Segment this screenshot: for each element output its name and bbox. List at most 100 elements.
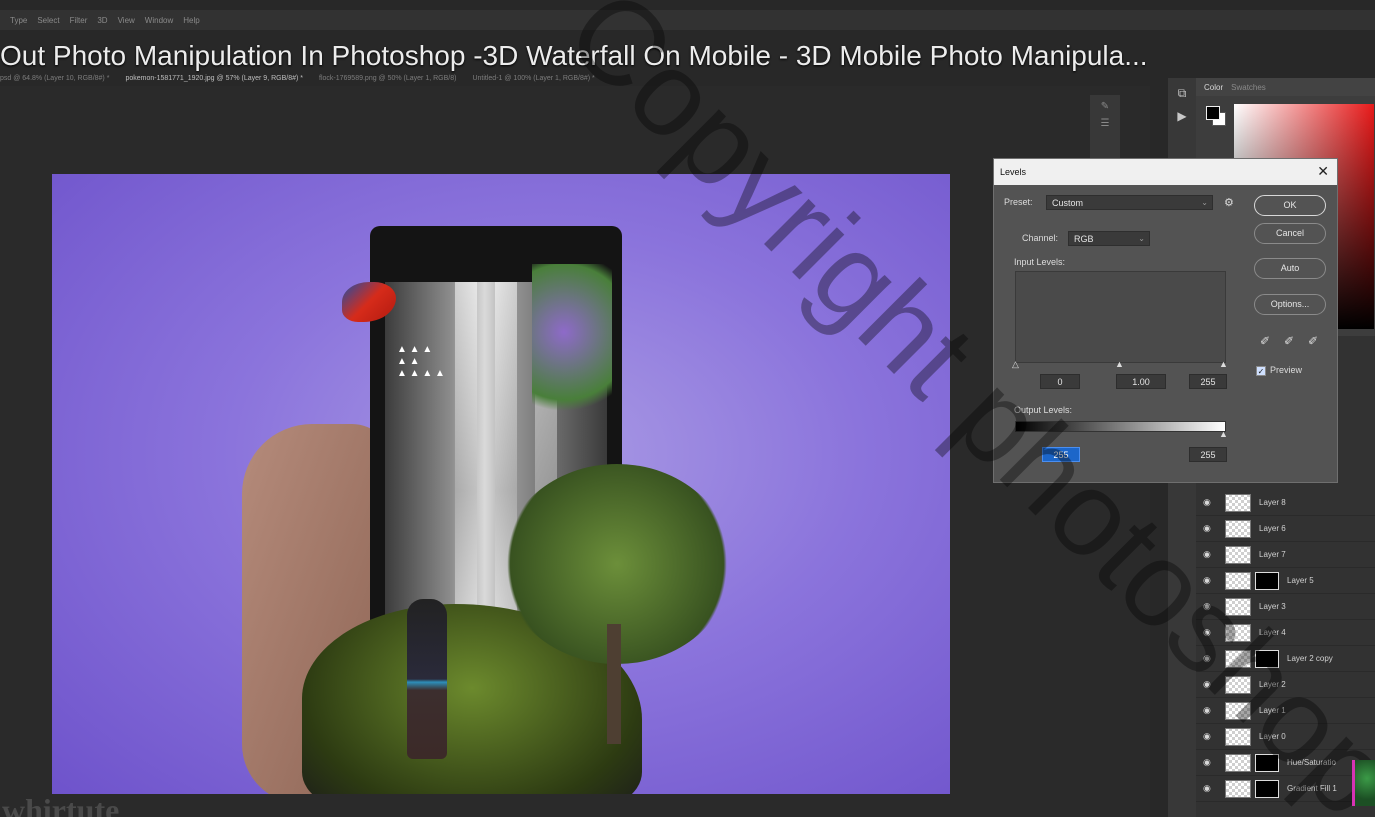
history-icon[interactable]: ⧉: [1168, 86, 1196, 101]
cancel-button[interactable]: Cancel: [1254, 223, 1326, 244]
eye-icon[interactable]: ◉: [1203, 627, 1215, 638]
preview-checkbox[interactable]: ✓: [1256, 366, 1266, 376]
layer-name: Layer 4: [1259, 628, 1286, 637]
eye-icon[interactable]: ◉: [1203, 549, 1215, 560]
input-levels-label: Input Levels:: [1014, 257, 1066, 267]
layer-thumbnail: [1225, 779, 1251, 798]
preset-label: Preset:: [1004, 197, 1033, 207]
preset-select[interactable]: Custom ⌄: [1046, 195, 1213, 210]
layer-name: Layer 0: [1259, 732, 1286, 741]
menu-item-window[interactable]: Window: [145, 16, 173, 25]
eye-icon[interactable]: ◉: [1203, 601, 1215, 612]
person-image: [407, 599, 447, 759]
doc-tab[interactable]: Untitled-1 @ 100% (Layer 1, RGB/8#) *: [472, 75, 594, 82]
white-eyedropper-icon[interactable]: ✐: [1308, 334, 1318, 348]
gray-eyedropper-icon[interactable]: ✐: [1284, 334, 1294, 348]
output-white-slider[interactable]: ▲: [1219, 429, 1228, 439]
options-button[interactable]: Options...: [1254, 294, 1326, 315]
lavender-image: [532, 264, 612, 434]
channel-select[interactable]: RGB ⌄: [1068, 231, 1150, 246]
doc-tab[interactable]: psd @ 64.8% (Layer 10, RGB/8#) *: [0, 75, 109, 82]
layer-name: Layer 7: [1259, 550, 1286, 559]
input-black-field[interactable]: 0: [1040, 374, 1080, 389]
layer-row[interactable]: ◉ Layer 7: [1196, 542, 1375, 568]
layer-row[interactable]: ◉ Layer 0: [1196, 724, 1375, 750]
layer-mask-thumbnail[interactable]: [1255, 571, 1279, 590]
color-panel-header: Color Swatches: [1196, 78, 1375, 96]
menu-item-select[interactable]: Select: [37, 16, 59, 25]
layer-row[interactable]: ◉ Gradient Fill 1: [1196, 776, 1375, 802]
layer-row[interactable]: ◉ Layer 5: [1196, 568, 1375, 594]
eye-icon[interactable]: ◉: [1203, 679, 1215, 690]
input-gamma-slider[interactable]: ▲: [1115, 359, 1124, 369]
menu-item-filter[interactable]: Filter: [70, 16, 88, 25]
brush-settings-icon[interactable]: ✎: [1090, 101, 1120, 112]
layer-thumbnail: [1225, 675, 1251, 694]
eye-icon[interactable]: ◉: [1203, 523, 1215, 534]
tab-color[interactable]: Color: [1204, 83, 1223, 92]
layer-row[interactable]: ◉ Layer 8: [1196, 490, 1375, 516]
layer-thumbnail: [1225, 649, 1251, 668]
layer-thumbnail: [1225, 493, 1251, 512]
tab-swatches[interactable]: Swatches: [1231, 83, 1266, 92]
layer-mask-thumbnail[interactable]: [1255, 649, 1279, 668]
layer-thumbnail: [1225, 597, 1251, 616]
dialog-titlebar[interactable]: Levels ✕: [994, 159, 1337, 185]
channel-label: Channel:: [1022, 233, 1059, 243]
eye-icon[interactable]: ◉: [1203, 653, 1215, 664]
layer-name: Gradient Fill 1: [1287, 784, 1337, 793]
input-white-slider[interactable]: ▲: [1219, 359, 1228, 369]
menu-item-view[interactable]: View: [118, 16, 135, 25]
layer-mask-thumbnail[interactable]: [1255, 753, 1279, 772]
eye-icon[interactable]: ◉: [1203, 705, 1215, 716]
auto-button[interactable]: Auto: [1254, 258, 1326, 279]
layer-row[interactable]: ◉ Layer 4: [1196, 620, 1375, 646]
input-white-field[interactable]: 255: [1189, 374, 1227, 389]
layer-name: Layer 3: [1259, 602, 1286, 611]
input-black-slider[interactable]: △: [1012, 359, 1019, 370]
photoshop-window: Type Select Filter 3D View Window Help O…: [0, 0, 1375, 817]
black-eyedropper-icon[interactable]: ✐: [1260, 334, 1270, 348]
layer-row[interactable]: ◉ Layer 2 copy: [1196, 646, 1375, 672]
layer-row[interactable]: ◉ Layer 3: [1196, 594, 1375, 620]
play-icon[interactable]: ▶: [1168, 109, 1196, 123]
output-white-field[interactable]: 255: [1189, 447, 1227, 462]
mini-tool-panel: ✎ ☰: [1090, 95, 1120, 165]
layer-row[interactable]: ◉ Layer 1: [1196, 698, 1375, 724]
preview-label: Preview: [1270, 365, 1303, 375]
output-black-field[interactable]: 255: [1042, 447, 1080, 462]
document-canvas[interactable]: ▲ ▲ ▲ ▲ ▲ ▲ ▲ ▲ ▲: [52, 174, 950, 794]
doc-tab[interactable]: flock-1769589.png @ 50% (Layer 1, RGB/8): [319, 75, 456, 82]
adjust-sliders-icon[interactable]: ☰: [1090, 118, 1120, 129]
menu-item-type[interactable]: Type: [10, 16, 27, 25]
layer-mask-thumbnail[interactable]: [1255, 779, 1279, 798]
eye-icon[interactable]: ◉: [1203, 757, 1215, 768]
layer-name: Layer 5: [1287, 576, 1314, 585]
ok-button[interactable]: OK: [1254, 195, 1326, 216]
menu-item-3d[interactable]: 3D: [97, 16, 107, 25]
eye-icon[interactable]: ◉: [1203, 731, 1215, 742]
eye-icon[interactable]: ◉: [1203, 497, 1215, 508]
layer-thumbnail: [1225, 701, 1251, 720]
layer-row[interactable]: ◉ Hue/Saturatio: [1196, 750, 1375, 776]
layer-row[interactable]: ◉ Layer 6: [1196, 516, 1375, 542]
preset-options-gear-icon[interactable]: ⚙: [1224, 196, 1234, 209]
layer-thumbnail: [1225, 571, 1251, 590]
dialog-title: Levels: [1000, 167, 1027, 177]
layer-name: Layer 2 copy: [1287, 654, 1333, 663]
layer-row[interactable]: ◉ Layer 2: [1196, 672, 1375, 698]
output-gradient-bar: [1015, 421, 1226, 432]
doc-tab-active[interactable]: pokemon-1581771_1920.jpg @ 57% (Layer 9,…: [125, 75, 303, 82]
layer-thumbnail: [1225, 753, 1251, 772]
chevron-down-icon: ⌄: [1138, 234, 1145, 243]
layer-name: Hue/Saturatio: [1287, 758, 1336, 767]
input-gamma-field[interactable]: 1.00: [1116, 374, 1166, 389]
eye-icon[interactable]: ◉: [1203, 783, 1215, 794]
layer-name: Layer 1: [1259, 706, 1286, 715]
preset-value: Custom: [1052, 198, 1084, 208]
menu-item-help[interactable]: Help: [183, 16, 199, 25]
close-icon[interactable]: ✕: [1317, 163, 1329, 180]
layer-thumbnail: [1225, 519, 1251, 538]
eye-icon[interactable]: ◉: [1203, 575, 1215, 586]
foreground-color-swatch[interactable]: [1206, 106, 1220, 120]
